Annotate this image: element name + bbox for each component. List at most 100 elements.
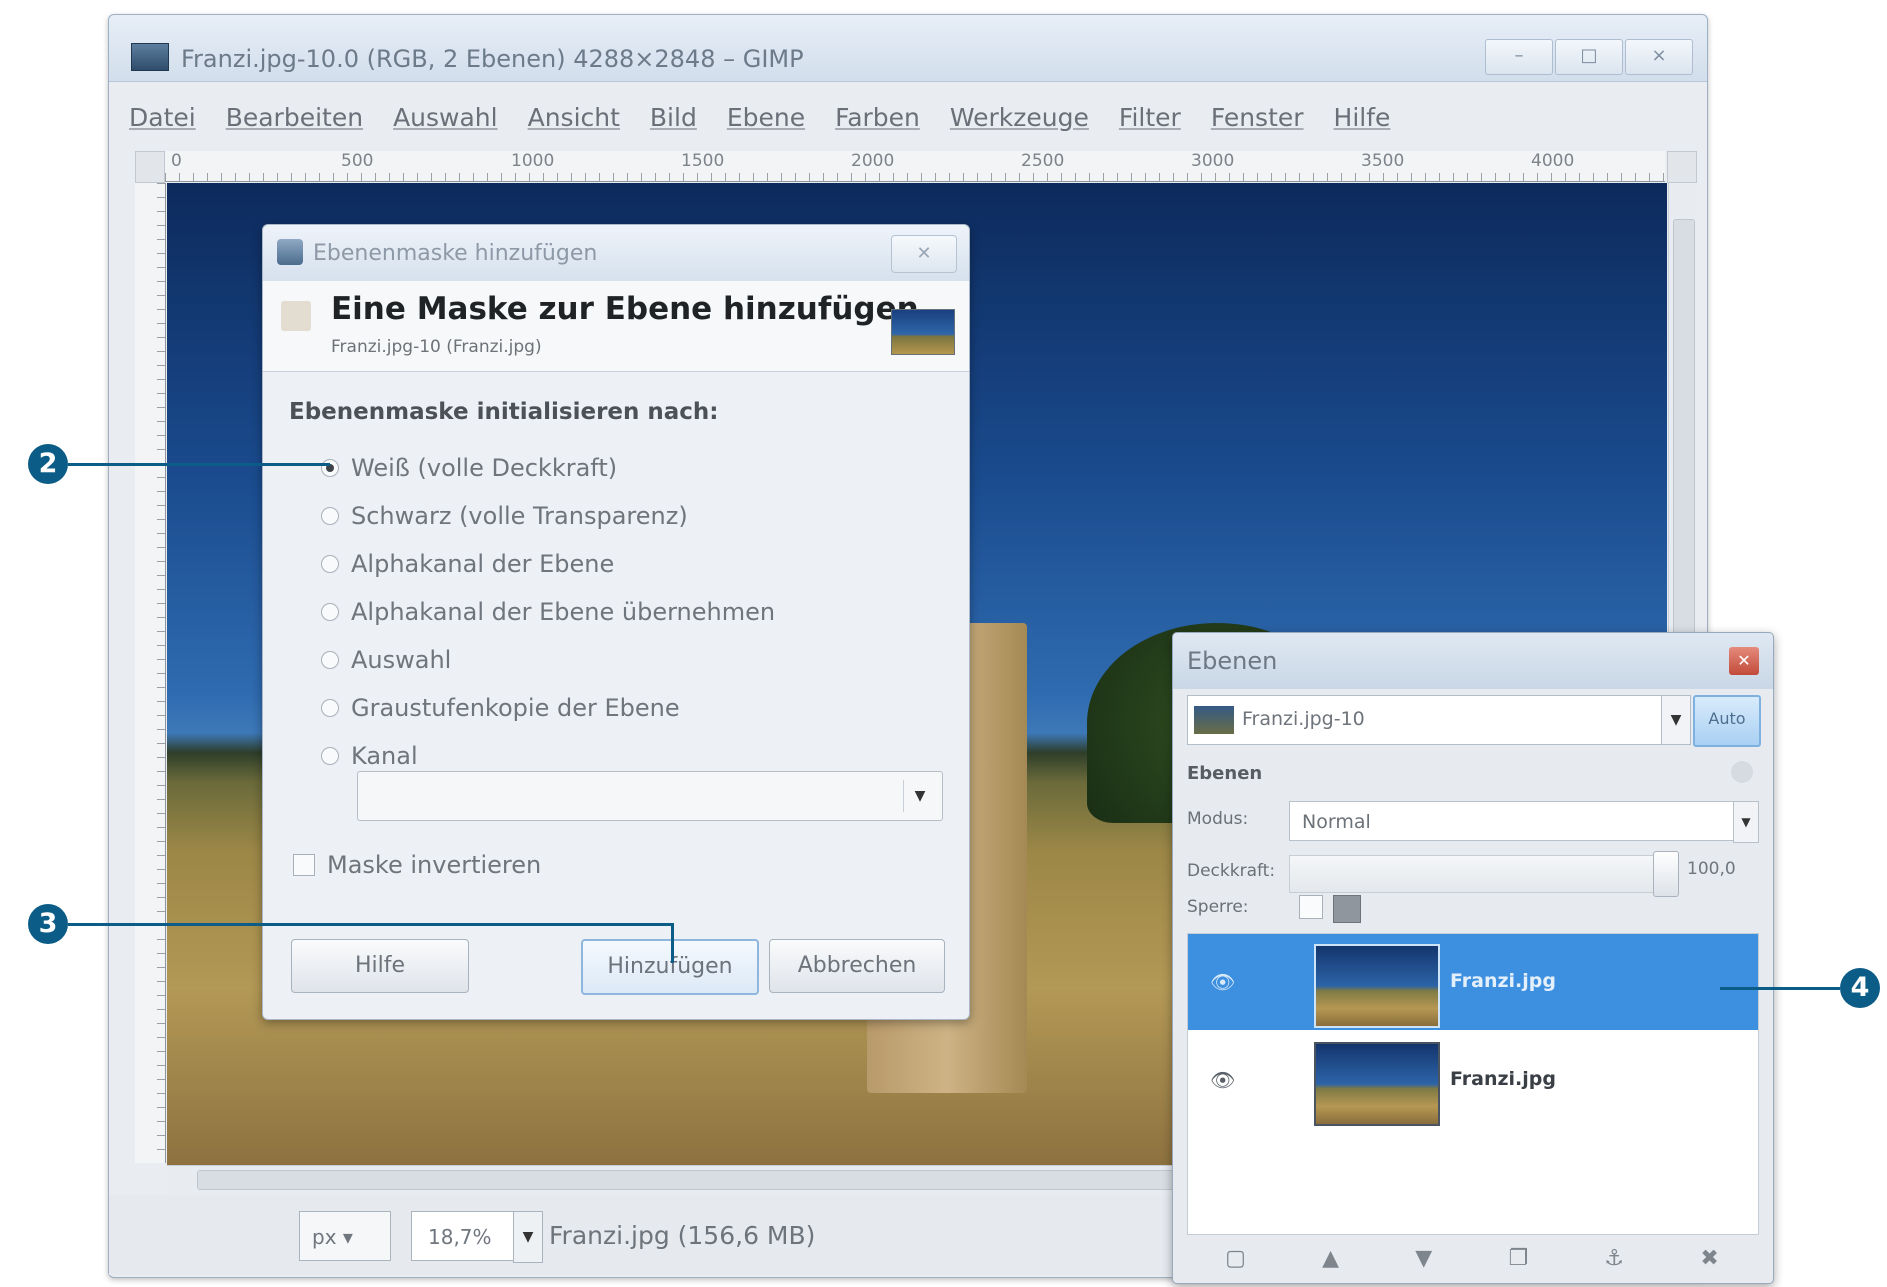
menu-ebene[interactable]: Ebene	[727, 103, 805, 143]
option-alpha-channel[interactable]: Alphakanal der Ebene	[321, 547, 614, 581]
option-black[interactable]: Schwarz (volle Transparenz)	[321, 499, 688, 533]
radio-button[interactable]	[321, 555, 339, 573]
lower-layer-icon[interactable]: ▼	[1415, 1246, 1432, 1271]
invert-mask-label: Maske invertieren	[327, 851, 542, 879]
layer-row[interactable]: 👁 Franzi.jpg	[1188, 1032, 1758, 1128]
option-label: Auswahl	[351, 646, 452, 674]
option-label: Alphakanal der Ebene übernehmen	[351, 598, 776, 626]
dialog-close-button[interactable]: ✕	[891, 235, 957, 273]
mode-select[interactable]: Normal	[1289, 801, 1735, 841]
option-white[interactable]: Weiß (volle Deckkraft)	[321, 451, 617, 485]
option-transfer-alpha[interactable]: Alphakanal der Ebene übernehmen	[321, 595, 775, 629]
callout-2: 2	[28, 444, 68, 484]
zoom-fit-button[interactable]	[1667, 151, 1697, 183]
lock-pixels-checkbox[interactable]	[1299, 895, 1323, 919]
anchor-layer-icon[interactable]: ⚓	[1604, 1246, 1624, 1271]
raise-layer-icon[interactable]: ▲	[1322, 1246, 1339, 1271]
option-selection[interactable]: Auswahl	[321, 643, 451, 677]
option-label: Schwarz (volle Transparenz)	[351, 502, 688, 530]
invert-mask-option[interactable]: Maske invertieren	[293, 851, 541, 879]
visibility-eye-icon[interactable]: 👁	[1210, 970, 1235, 994]
layer-thumbnail	[891, 309, 955, 355]
duplicate-layer-icon[interactable]: ❐	[1508, 1246, 1528, 1271]
radio-button[interactable]	[321, 747, 339, 765]
minimize-button[interactable]: –	[1485, 39, 1553, 75]
dialog-subheading: Franzi.jpg-10 (Franzi.jpg)	[331, 337, 542, 357]
radio-button[interactable]	[321, 699, 339, 717]
chevron-down-icon[interactable]: ▼	[1733, 801, 1759, 843]
menu-hilfe[interactable]: Hilfe	[1334, 103, 1391, 143]
option-label: Graustufenkopie der Ebene	[351, 694, 680, 722]
menu-ansicht[interactable]: Ansicht	[528, 103, 620, 143]
radio-button[interactable]	[321, 603, 339, 621]
ruler-tick: 3000	[1191, 151, 1235, 171]
auto-button[interactable]: Auto	[1693, 695, 1761, 747]
unit-select[interactable]: px ▾	[299, 1211, 391, 1261]
zoom-select[interactable]: 18,7%	[411, 1211, 521, 1261]
opacity-value[interactable]: 100,0	[1687, 859, 1736, 879]
tab-menu-icon[interactable]	[1731, 761, 1753, 783]
lock-alpha-icon[interactable]	[1333, 895, 1361, 923]
delete-layer-icon[interactable]: ✖	[1700, 1246, 1718, 1271]
menu-filter[interactable]: Filter	[1119, 103, 1181, 143]
image-select[interactable]: Franzi.jpg-10	[1187, 695, 1663, 745]
layer-thumbnail	[1314, 944, 1440, 1028]
close-button[interactable]: ×	[1625, 39, 1693, 75]
menu-bearbeiten[interactable]: Bearbeiten	[226, 103, 363, 143]
channel-select[interactable]: ▼	[357, 771, 943, 821]
gimp-wilber-icon	[277, 239, 303, 265]
dialog-header: Eine Maske zur Ebene hinzufügen Franzi.j…	[263, 281, 969, 372]
callout-3: 3	[28, 904, 68, 944]
option-channel[interactable]: Kanal	[321, 739, 418, 773]
close-icon[interactable]: ✕	[1729, 647, 1759, 675]
layer-name[interactable]: Franzi.jpg	[1450, 1068, 1556, 1090]
opacity-slider[interactable]	[1289, 855, 1661, 893]
visibility-eye-icon[interactable]: 👁	[1210, 1068, 1235, 1092]
radio-button[interactable]	[321, 459, 339, 477]
layers-panel-title: Ebenen	[1187, 647, 1278, 675]
ruler-tick: 3500	[1361, 151, 1405, 171]
callout-line	[68, 923, 674, 926]
cancel-button[interactable]: Abbrechen	[769, 939, 945, 993]
ruler-tick: 1000	[511, 151, 555, 171]
ruler-tick: 4000	[1531, 151, 1575, 171]
chevron-down-icon[interactable]: ▼	[903, 780, 936, 812]
image-thumbnail	[1194, 706, 1234, 734]
invert-mask-checkbox[interactable]	[293, 854, 315, 876]
layers-dock: Ebenen ✕ Franzi.jpg-10 ▼ Auto Ebenen Mod…	[1172, 632, 1774, 1284]
maximize-button[interactable]: □	[1555, 39, 1623, 75]
chevron-down-icon[interactable]: ▼	[1661, 695, 1691, 745]
layers-action-bar: ▢ ▲ ▼ ❐ ⚓ ✖	[1187, 1239, 1757, 1277]
callout-line	[1720, 987, 1840, 990]
dialog-window-title: Ebenenmaske hinzufügen	[313, 241, 598, 266]
vertical-ruler	[135, 183, 166, 1163]
menu-fenster[interactable]: Fenster	[1211, 103, 1304, 143]
horizontal-ruler	[165, 151, 1665, 182]
menu-werkzeuge[interactable]: Werkzeuge	[950, 103, 1089, 143]
option-grayscale-copy[interactable]: Graustufenkopie der Ebene	[321, 691, 680, 725]
new-layer-icon[interactable]: ▢	[1225, 1246, 1246, 1271]
image-select-value: Franzi.jpg-10	[1242, 708, 1365, 730]
ruler-tick: 500	[341, 151, 374, 171]
quick-mask-toggle[interactable]	[135, 151, 165, 183]
callout-line	[671, 923, 674, 963]
option-label: Weiß (volle Deckkraft)	[351, 454, 618, 482]
add-button[interactable]: Hinzufügen	[581, 939, 759, 995]
menu-auswahl[interactable]: Auswahl	[393, 103, 498, 143]
radio-button[interactable]	[321, 651, 339, 669]
dialog-heading: Eine Maske zur Ebene hinzufügen	[331, 291, 919, 327]
option-label: Kanal	[351, 742, 418, 770]
menu-datei[interactable]: Datei	[129, 103, 196, 143]
layer-row-selected[interactable]: 👁 Franzi.jpg	[1188, 934, 1758, 1030]
menubar: Datei Bearbeiten Auswahl Ansicht Bild Eb…	[129, 103, 1390, 143]
dialog-titlebar: Ebenenmaske hinzufügen ✕	[263, 225, 969, 282]
opacity-slider-handle[interactable]	[1653, 851, 1679, 897]
menu-bild[interactable]: Bild	[650, 103, 697, 143]
menu-farben[interactable]: Farben	[835, 103, 920, 143]
help-button[interactable]: Hilfe	[291, 939, 469, 993]
opacity-label: Deckkraft:	[1187, 861, 1276, 881]
chevron-down-icon[interactable]: ▼	[513, 1211, 543, 1263]
status-file-info: Franzi.jpg (156,6 MB)	[549, 1221, 816, 1250]
radio-button[interactable]	[321, 507, 339, 525]
layer-name[interactable]: Franzi.jpg	[1450, 970, 1556, 992]
